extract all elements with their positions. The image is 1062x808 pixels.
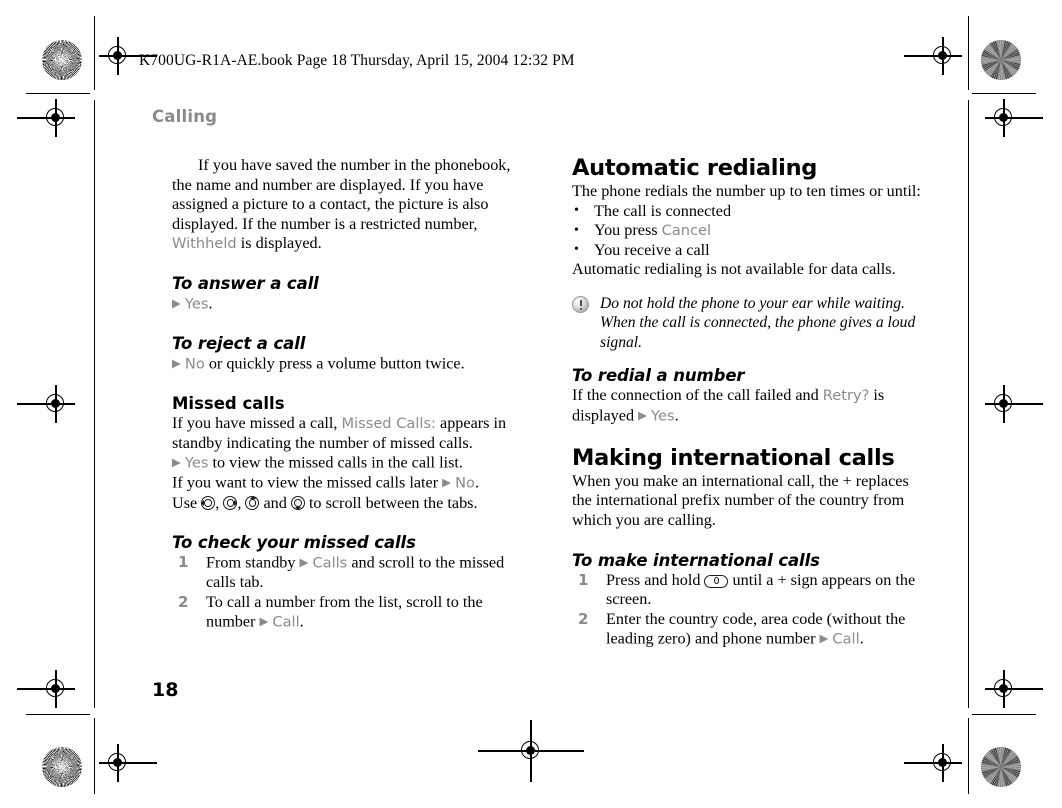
heading-to-check-your-missed-calls: To check your missed calls	[172, 533, 416, 553]
bullet-text: You press	[594, 221, 662, 240]
list-item: The call is connected	[572, 201, 924, 222]
answer-call-instruction: ▶ Yes.	[172, 294, 520, 314]
redial-number-instruction: If the connection of the call failed and…	[572, 386, 924, 426]
list-item: Enter the country code, area code (witho…	[572, 610, 924, 650]
missed-calls-paragraph-1: If you have missed a call, Missed Calls:…	[172, 414, 520, 453]
ui-keyword-call: Call	[272, 613, 300, 631]
step-arrow-icon: ▶	[172, 356, 181, 371]
right-column: Automatic redialing The phone redials th…	[572, 156, 924, 650]
list-item: You receive a call	[572, 240, 924, 261]
nav-key-right-icon	[223, 496, 238, 511]
ui-keyword-withheld: Withheld	[172, 235, 237, 253]
step-arrow-icon: ▶	[259, 614, 269, 629]
reject-call-rest: or quickly press a volume button twice.	[204, 354, 465, 373]
heading-to-reject-a-call: To reject a call	[172, 334, 306, 354]
heading-making-international-calls: Making international calls	[572, 444, 895, 471]
ui-keyword-missed-calls: Missed Calls:	[341, 415, 436, 433]
step-text-post: .	[859, 629, 864, 648]
reject-call-instruction: ▶ No or quickly press a volume button tw…	[172, 354, 520, 374]
page-number-folio: 18	[152, 679, 179, 701]
list-item: From standby ▶ Calls and scroll to the m…	[172, 553, 520, 593]
manual-page: K700UG-R1A-AE.book Page 18 Thursday, Apr…	[0, 0, 1062, 808]
chapter-running-head: Calling	[152, 107, 218, 126]
step-arrow-icon: ▶	[638, 407, 647, 422]
bullet-text: The call is connected	[594, 201, 732, 220]
automatic-redialing-conditions: The call is connected You press Cancel Y…	[572, 201, 924, 261]
ui-keyword-call: Call	[832, 630, 860, 648]
ui-keyword-yes: Yes	[184, 454, 209, 472]
redial-text-pre: If the connection of the call failed and	[572, 386, 823, 405]
caution-note-block: Do not hold the phone to your ear while …	[572, 294, 924, 352]
nav-keys-line-post: to scroll between the tabs.	[304, 493, 478, 512]
ui-keyword-no: No	[455, 474, 475, 492]
check-missed-calls-steps: From standby ▶ Calls and scroll to the m…	[172, 553, 520, 632]
ui-keyword-no: No	[184, 355, 205, 373]
step-arrow-icon: ▶	[442, 475, 452, 490]
missed-calls-line3-pre: If you want to view the missed calls lat…	[172, 473, 443, 492]
nav-keys-line-pre: Use	[172, 493, 202, 512]
missed-calls-line2-post: to view the missed calls in the call lis…	[208, 453, 463, 472]
step-arrow-icon: ▶	[819, 631, 829, 646]
nav-keys-sep-2: ,	[237, 493, 246, 512]
redial-text-post: .	[674, 406, 679, 425]
nav-key-down-icon	[290, 496, 305, 511]
make-international-calls-steps: Press and hold 0 until a + sign appears …	[572, 571, 924, 650]
ui-keyword-calls: Calls	[312, 554, 348, 572]
ui-keyword-yes: Yes	[651, 407, 675, 425]
heading-missed-calls: Missed calls	[172, 394, 285, 414]
left-column: If you have saved the number in the phon…	[172, 156, 520, 633]
intro-text-part2: is displayed.	[236, 234, 322, 253]
step-text-post: .	[299, 612, 304, 631]
keypad-key-zero-icon: 0	[704, 574, 729, 588]
heading-to-make-international-calls: To make international calls	[572, 550, 820, 570]
nav-key-left-icon	[201, 496, 216, 511]
missed-calls-paragraph-2: ▶ Yes to view the missed calls in the ca…	[172, 453, 520, 473]
automatic-redialing-outro: Automatic redialing is not available for…	[572, 260, 896, 279]
caution-icon	[572, 295, 589, 313]
bullet-text: You receive a call	[594, 240, 710, 259]
heading-automatic-redialing: Automatic redialing	[572, 155, 818, 181]
answer-call-period: .	[208, 294, 213, 313]
list-item: Press and hold 0 until a + sign appears …	[572, 571, 924, 610]
intro-text-part1: If you have saved the number in the phon…	[172, 156, 511, 233]
nav-key-up-icon	[245, 496, 260, 511]
step-text-pre: To call a number from the list, scroll t…	[206, 592, 483, 631]
step-arrow-icon: ▶	[299, 555, 309, 570]
step-arrow-icon: ▶	[172, 455, 181, 470]
nav-keys-sep-1: ,	[215, 493, 224, 512]
nav-keys-and: and	[259, 493, 291, 512]
automatic-redialing-intro: The phone redials the number up to ten t…	[572, 182, 921, 200]
heading-to-answer-a-call: To answer a call	[172, 273, 319, 293]
caution-note-text: Do not hold the phone to your ear while …	[600, 294, 916, 351]
ui-keyword-yes: Yes	[184, 295, 209, 313]
ui-keyword-cancel: Cancel	[661, 222, 712, 240]
ui-keyword-retry: Retry?	[822, 387, 870, 405]
step-text-pre: From standby	[206, 553, 300, 572]
heading-to-redial-a-number: To redial a number	[572, 366, 745, 386]
missed-calls-paragraph-3: If you want to view the missed calls lat…	[172, 473, 520, 493]
missed-calls-paragraph-4: Use , , and to scroll between the tabs.	[172, 494, 520, 514]
list-item: You press Cancel	[572, 221, 924, 241]
international-calls-body: When you make an international call, the…	[572, 471, 909, 530]
missed-calls-line3-post: .	[474, 473, 479, 492]
intro-paragraph: If you have saved the number in the phon…	[172, 156, 520, 254]
missed-calls-text-pre: If you have missed a call,	[172, 414, 342, 433]
printer-header-line: K700UG-R1A-AE.book Page 18 Thursday, Apr…	[139, 52, 575, 69]
list-item: To call a number from the list, scroll t…	[172, 593, 520, 633]
step-arrow-icon: ▶	[172, 295, 181, 310]
step-text-pre: Press and hold	[606, 570, 705, 589]
